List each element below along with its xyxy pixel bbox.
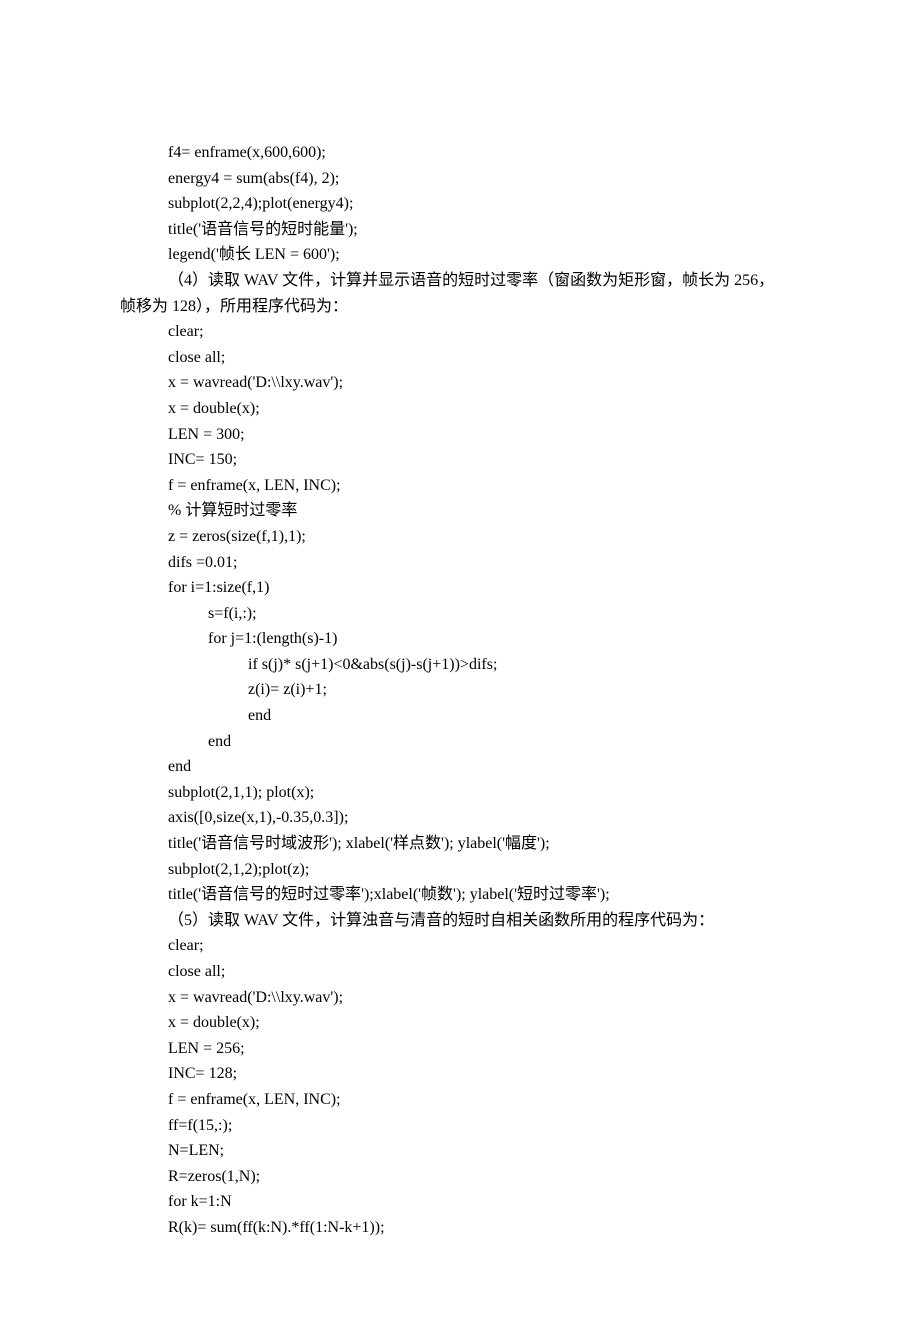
text-line: x = double(x);	[120, 1010, 800, 1036]
text-line: close all;	[120, 959, 800, 985]
text-line: for k=1:N	[120, 1189, 800, 1215]
text-line: f = enframe(x, LEN, INC);	[120, 473, 800, 499]
text-line: end	[120, 729, 800, 755]
text-line: title('语音信号时域波形'); xlabel('样点数'); ylabel…	[120, 831, 800, 857]
text-line: s=f(i,:);	[120, 601, 800, 627]
text-line: subplot(2,1,1); plot(x);	[120, 780, 800, 806]
text-line: end	[120, 703, 800, 729]
text-line: f4= enframe(x,600,600);	[120, 140, 800, 166]
text-line: close all;	[120, 345, 800, 371]
text-line: INC= 150;	[120, 447, 800, 473]
text-line: f = enframe(x, LEN, INC);	[120, 1087, 800, 1113]
text-line: x = wavread('D:\\lxy.wav');	[120, 985, 800, 1011]
text-line: LEN = 300;	[120, 422, 800, 448]
document-page: f4= enframe(x,600,600);energy4 = sum(abs…	[0, 0, 920, 1321]
text-line: subplot(2,2,4);plot(energy4);	[120, 191, 800, 217]
text-line: z = zeros(size(f,1),1);	[120, 524, 800, 550]
text-line: R(k)= sum(ff(k:N).*ff(1:N-k+1));	[120, 1215, 800, 1241]
text-line: legend('帧长 LEN = 600');	[120, 242, 800, 268]
text-line: for j=1:(length(s)-1)	[120, 626, 800, 652]
text-line: end	[120, 754, 800, 780]
text-line: title('语音信号的短时过零率');xlabel('帧数'); ylabel…	[120, 882, 800, 908]
text-line: clear;	[120, 319, 800, 345]
text-line: if s(j)* s(j+1)<0&abs(s(j)-s(j+1))>difs;	[120, 652, 800, 678]
text-line: title('语音信号的短时能量');	[120, 217, 800, 243]
text-line: % 计算短时过零率	[120, 498, 800, 524]
text-line: （5）读取 WAV 文件，计算浊音与清音的短时自相关函数所用的程序代码为：	[120, 908, 800, 934]
text-line: difs =0.01;	[120, 550, 800, 576]
text-line: z(i)= z(i)+1;	[120, 677, 800, 703]
text-line: INC= 128;	[120, 1061, 800, 1087]
text-line: axis([0,size(x,1),-0.35,0.3]);	[120, 805, 800, 831]
text-line: N=LEN;	[120, 1138, 800, 1164]
text-line: energy4 = sum(abs(f4), 2);	[120, 166, 800, 192]
text-line: x = wavread('D:\\lxy.wav');	[120, 370, 800, 396]
text-line: subplot(2,1,2);plot(z);	[120, 857, 800, 883]
text-line: （4）读取 WAV 文件，计算并显示语音的短时过零率（窗函数为矩形窗，帧长为 2…	[120, 268, 800, 294]
text-line: R=zeros(1,N);	[120, 1164, 800, 1190]
text-line: x = double(x);	[120, 396, 800, 422]
text-line: ff=f(15,:);	[120, 1113, 800, 1139]
text-line: 帧移为 128），所用程序代码为：	[120, 294, 800, 320]
text-line: for i=1:size(f,1)	[120, 575, 800, 601]
text-line: LEN = 256;	[120, 1036, 800, 1062]
text-line: clear;	[120, 933, 800, 959]
